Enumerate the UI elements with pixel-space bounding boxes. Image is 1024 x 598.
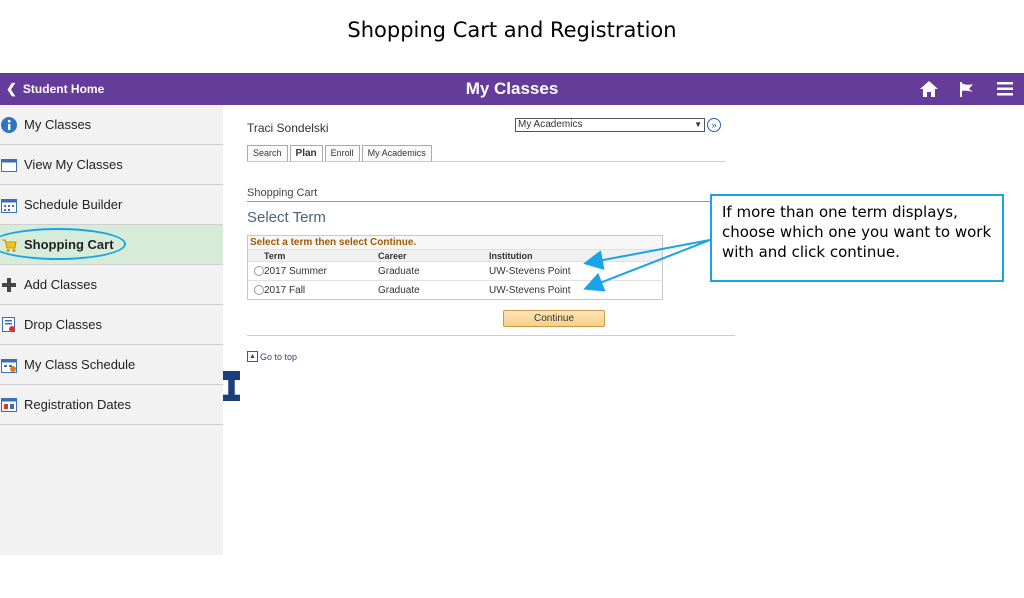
table-row[interactable]: 2017 Summer Graduate UW-Stevens Point — [248, 261, 662, 280]
sidebar-item-label: Registration Dates — [24, 397, 131, 412]
sidebar-item-label: My Class Schedule — [24, 357, 136, 372]
sidebar-item-label: Drop Classes — [24, 317, 103, 332]
table-row[interactable]: 2017 Fall Graduate UW-Stevens Point — [248, 280, 662, 299]
column-header-institution: Institution — [489, 250, 533, 261]
callout-box: If more than one term displays, choose w… — [710, 194, 1004, 282]
main-content: Traci Sondelski My Academics ▼ » Search … — [247, 105, 747, 405]
sidebar-item-label: My Classes — [24, 117, 92, 132]
divider — [247, 335, 735, 336]
divider — [247, 201, 737, 202]
sidebar-collapse-handle[interactable]: ❚❚ — [220, 371, 243, 401]
home-icon[interactable] — [918, 78, 940, 100]
institution-cell: UW-Stevens Point — [489, 265, 571, 277]
sidebar: My Classes View My Classes Schedule Buil… — [0, 105, 223, 555]
user-name: Traci Sondelski — [247, 121, 329, 135]
continue-button[interactable]: Continue — [503, 310, 605, 327]
grid-header-row: Term Career Institution — [248, 249, 662, 261]
academics-nav-select[interactable]: My Academics ▼ — [515, 118, 705, 132]
info-icon — [0, 116, 18, 134]
slide-title: Shopping Cart and Registration — [347, 18, 677, 42]
sidebar-item-label: View My Classes — [24, 157, 123, 172]
term-cell: 2017 Summer — [264, 265, 327, 277]
student-home-label: Student Home — [22, 82, 105, 96]
plus-icon — [0, 276, 18, 294]
go-to-top-label: Go to top — [260, 351, 298, 362]
dropdown-arrow-icon: ▼ — [694, 120, 702, 129]
chevron-left-icon: ❮ — [6, 81, 17, 96]
sidebar-item-view-my-classes[interactable]: View My Classes — [0, 145, 223, 185]
registration-icon — [0, 396, 18, 414]
page-header-title: My Classes — [465, 79, 559, 98]
tab-enroll[interactable]: Enroll — [324, 145, 360, 161]
career-cell: Graduate — [378, 284, 420, 296]
schedule-icon — [0, 356, 18, 374]
hamburger-menu-icon[interactable] — [994, 78, 1016, 100]
sidebar-item-registration-dates[interactable]: Registration Dates — [0, 385, 223, 425]
sidebar-item-schedule-builder[interactable]: Schedule Builder — [0, 185, 223, 225]
sidebar-item-add-classes[interactable]: Add Classes — [0, 265, 223, 305]
calendar-grid-icon — [0, 196, 18, 214]
sidebar-item-drop-classes[interactable]: Drop Classes — [0, 305, 223, 345]
term-radio[interactable] — [254, 285, 264, 295]
sidebar-item-shopping-cart[interactable]: Shopping Cart — [0, 225, 223, 265]
term-radio[interactable] — [254, 266, 264, 276]
grid-instructions: Select a term then select Continue. — [248, 236, 662, 249]
institution-cell: UW-Stevens Point — [489, 284, 571, 296]
drop-icon — [0, 316, 18, 334]
go-to-top-link[interactable]: ▲ Go to top — [247, 351, 297, 362]
tab-my-academics[interactable]: My Academics — [361, 145, 432, 161]
sidebar-item-label: Add Classes — [24, 277, 97, 292]
tab-search[interactable]: Search — [247, 145, 288, 161]
sidebar-item-label: Schedule Builder — [24, 197, 123, 212]
nav-select-value: My Academics — [518, 119, 583, 130]
student-home-button[interactable]: ❮ Student Home — [6, 73, 104, 105]
term-cell: 2017 Fall — [264, 284, 306, 296]
go-icon[interactable]: » — [707, 118, 721, 132]
highlight-oval — [0, 228, 126, 260]
career-cell: Graduate — [378, 265, 420, 277]
calendar-icon — [0, 156, 18, 174]
column-header-career: Career — [378, 250, 407, 261]
top-bar: ❮ Student Home My Classes — [0, 73, 1024, 105]
divider — [247, 161, 725, 162]
sidebar-item-my-class-schedule[interactable]: My Class Schedule — [0, 345, 223, 385]
tab-plan[interactable]: Plan — [289, 145, 323, 161]
go-top-icon: ▲ — [247, 351, 258, 362]
page-title: Select Term — [247, 209, 326, 226]
term-grid: Select a term then select Continue. Term… — [247, 235, 663, 300]
sidebar-item-my-classes[interactable]: My Classes — [0, 105, 223, 145]
tab-bar: Search Plan Enroll My Academics — [247, 145, 434, 161]
flag-icon[interactable] — [956, 78, 978, 100]
section-label: Shopping Cart — [247, 187, 318, 199]
column-header-term: Term — [264, 250, 286, 261]
